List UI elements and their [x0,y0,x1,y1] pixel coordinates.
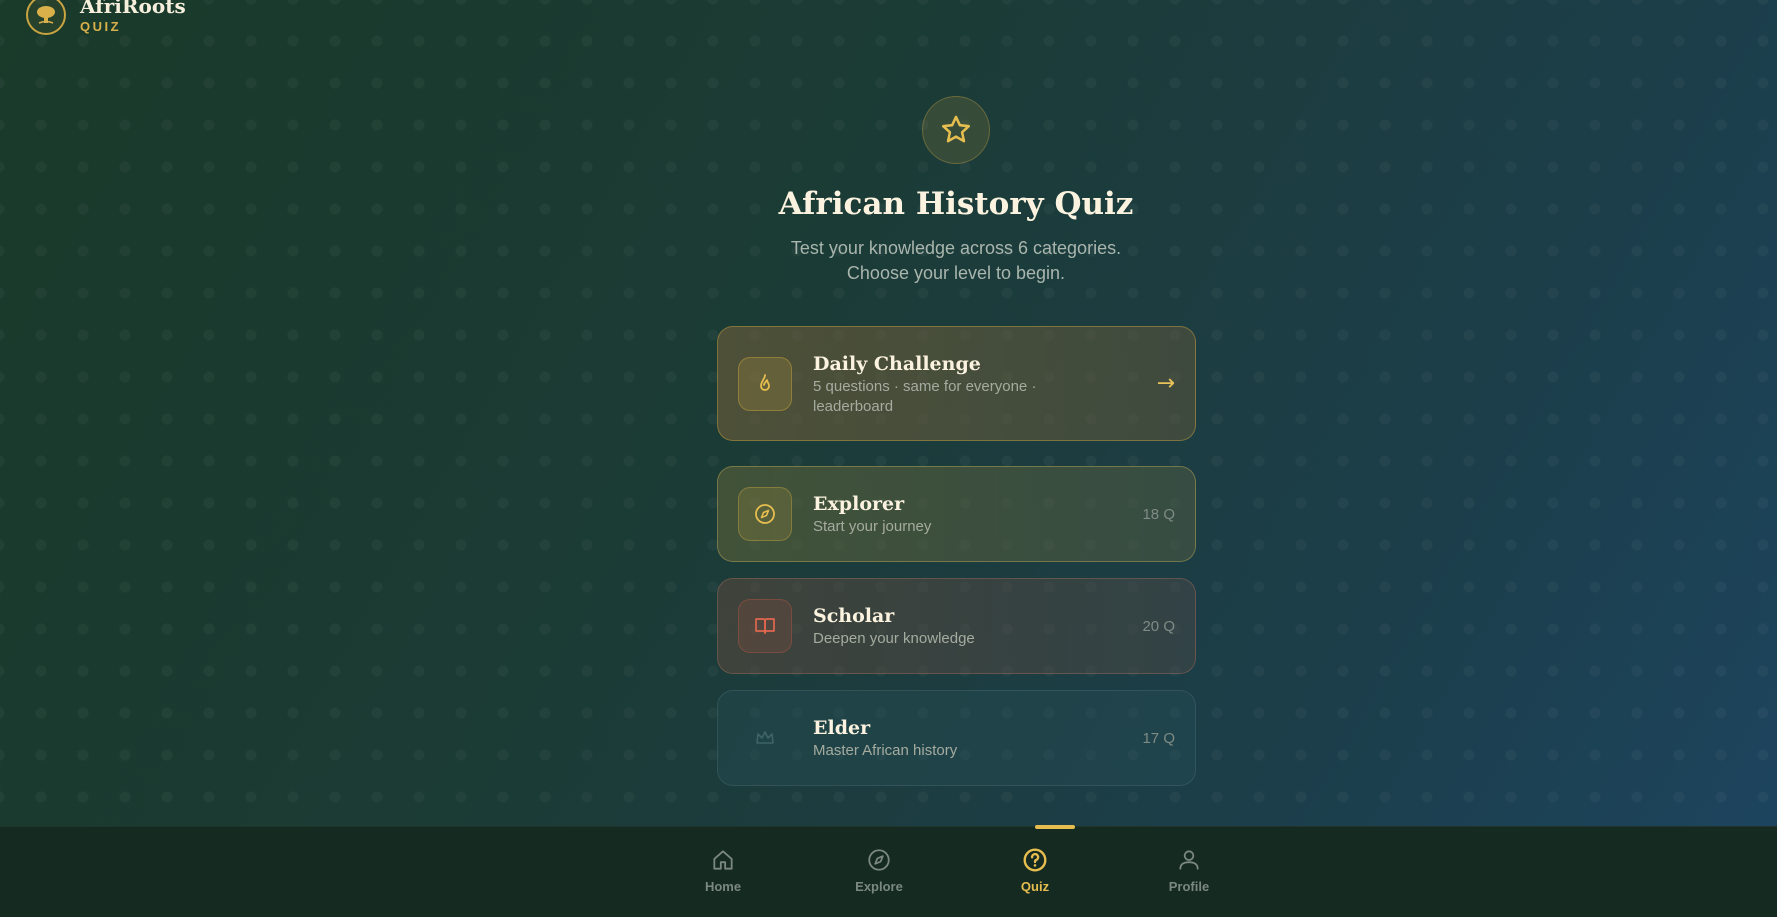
active-tab-indicator [1035,825,1075,829]
nav-item-quiz[interactable]: Quiz [985,847,1085,894]
scholar-title: Scholar [813,605,895,627]
flame-icon [738,356,792,411]
scholar-desc: Deepen your knowledge [813,630,975,647]
compass-icon [868,849,890,871]
baobab-logo-icon [26,0,66,35]
arrow-right-icon: → [1156,371,1175,396]
page-title: African History Quiz [778,186,1134,222]
explorer-level-card[interactable]: Explorer Start your journey 18 Q [717,466,1196,562]
elder-desc: Master African history [813,742,958,759]
brand-subtitle: QUIZ [80,19,122,34]
brand-text: AfriRoots QUIZ [80,0,186,36]
brand[interactable]: AfriRoots QUIZ [26,0,186,36]
nav-label-quiz: Quiz [1020,879,1050,894]
elder-title: Elder [813,717,871,739]
scholar-question-count: 20 Q [1142,617,1175,635]
daily-challenge-desc-line-1: 5 questions · same for everyone · [813,377,1037,395]
subtitle-line-1: Test your knowledge across 6 categories. [790,238,1122,258]
explorer-title: Explorer [813,493,905,515]
nav-label-explore: Explore [855,879,903,894]
user-icon [1179,850,1199,870]
elder-level-card[interactable]: Elder Master African history 17 Q [717,690,1196,786]
elder-text: Elder Master African history [813,715,1142,761]
page-subtitle: Test your knowledge across 6 categories.… [0,236,1777,286]
explorer-text: Explorer Start your journey [813,491,1142,537]
daily-challenge-desc-line-2: leaderboard [813,397,894,415]
subtitle-line-2: Choose your level to begin. [846,263,1066,283]
nav-item-explore[interactable]: Explore [829,847,929,894]
daily-challenge-title: Daily Challenge [813,352,981,375]
home-icon [713,850,733,870]
elder-question-count: 17 Q [1142,729,1175,747]
explorer-question-count: 18 Q [1142,505,1175,523]
scholar-level-card[interactable]: Scholar Deepen your knowledge 20 Q [717,578,1196,674]
compass-icon [738,487,792,541]
book-icon [738,599,792,653]
explorer-desc: Start your journey [813,518,932,535]
crown-icon [738,711,792,765]
question-icon [1023,848,1047,872]
brand-name: AfriRoots [80,0,186,18]
scholar-text: Scholar Deepen your knowledge [813,603,1142,649]
nav-item-home[interactable]: Home [673,847,773,894]
nav-label-profile: Profile [1168,879,1210,894]
star-icon [922,96,990,164]
nav-label-home: Home [704,879,742,894]
daily-challenge-card[interactable]: Daily Challenge 5 questions · same for e… [717,326,1196,441]
nav-item-profile[interactable]: Profile [1139,847,1239,894]
daily-challenge-text: Daily Challenge 5 questions · same for e… [813,351,1157,417]
bottom-nav: Home Explore Quiz Profile [0,825,1777,917]
